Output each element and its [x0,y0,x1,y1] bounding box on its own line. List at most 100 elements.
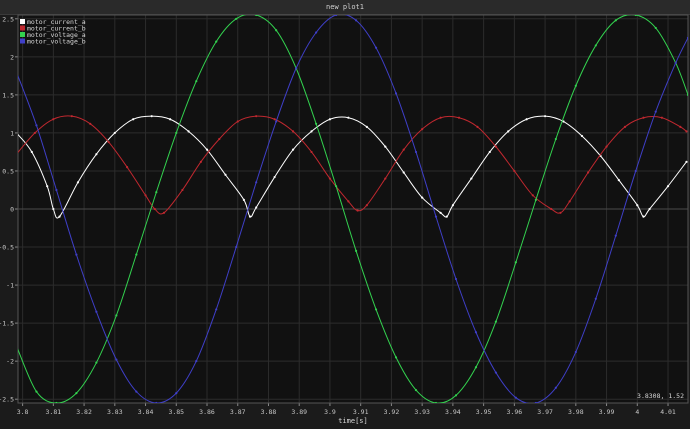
legend-swatch [20,32,25,37]
data-point [414,388,418,392]
x-tick-label: 3.83 [107,408,123,416]
data-point [75,253,78,256]
legend[interactable]: motor_current_amotor_current_bmotor_volt… [20,18,86,46]
y-tick-label: -0.5 [0,244,14,252]
x-tick-label: 3.9 [324,408,336,416]
data-point [623,125,627,128]
data-point [660,116,663,119]
y-tick-label: 0 [10,206,14,214]
x-tick-label: 3.89 [291,408,307,416]
data-point [354,19,358,22]
x-tick-label: 3.96 [507,408,523,416]
data-point [434,215,438,218]
data-point [113,131,116,135]
data-point [15,153,17,155]
data-point [76,181,80,184]
data-point [35,390,38,393]
data-point [255,181,258,184]
data-point [155,401,158,403]
data-point [605,145,608,148]
data-point [291,148,295,151]
y-tick-label: 2 [10,53,14,61]
data-point [414,150,418,154]
x-tick-label: 3.88 [261,408,277,416]
data-point [454,394,458,397]
data-point [52,207,55,211]
x-axis-label: time[s] [338,417,368,425]
data-point [554,137,557,141]
data-point [654,110,657,113]
x-tick-label: 4 [635,408,639,416]
x-tick-label: 3.92 [384,408,400,416]
x-tick-label: 4.01 [660,408,676,416]
data-point [402,171,405,174]
data-point [95,361,98,364]
legend-entry[interactable]: motor_voltage_b [27,37,86,45]
data-point [175,392,178,395]
data-point [439,211,442,214]
data-point [384,145,387,148]
y-tick-label: -2 [6,358,14,366]
y-tick-label: -2.5 [0,396,14,404]
x-tick-label: 3.87 [230,408,246,416]
data-point [402,148,405,151]
data-point [255,206,258,209]
data-point [365,204,368,207]
data-point [474,331,478,334]
data-point [107,140,110,144]
data-point [654,26,657,30]
data-point [35,124,38,127]
data-point [235,245,238,249]
data-point [470,177,473,180]
data-point [614,19,617,22]
data-point [199,160,202,163]
data-point [594,297,597,300]
data-point [255,115,258,118]
data-point [175,131,178,135]
x-tick-label: 3.95 [476,408,492,416]
data-point [514,261,517,264]
x-tick-label: 3.84 [138,408,154,416]
data-point [15,71,17,73]
data-point [236,120,239,123]
data-point [132,118,135,121]
x-tick-label: 3.94 [445,408,461,416]
data-point [488,150,491,154]
data-point [434,401,438,403]
data-point [89,122,92,125]
data-point [273,118,276,121]
data-point [634,169,637,173]
data-point [55,188,58,192]
data-point [686,36,688,39]
data-point [291,130,295,133]
data-point [354,249,358,252]
plot-canvas[interactable]: 3.8 3.81 3.82 3.83 3.84 3.85 3.86 3.87 3.88 3.89 3… [0,0,690,429]
data-point [634,15,637,17]
data-point [507,130,510,133]
data-point [454,277,458,281]
data-point [685,160,688,163]
data-point [195,80,198,83]
x-tick-label: 3.81 [46,408,62,416]
x-tick-label: 3.97 [537,408,553,416]
data-point [242,198,245,201]
data-point [666,185,670,188]
data-point [685,130,688,133]
grid [18,15,688,403]
data-point [30,150,33,154]
legend-swatch [20,38,25,44]
x-tick-label: 3.85 [168,408,184,416]
data-point [587,171,590,174]
data-point [580,134,584,138]
x-tick-label: 3.86 [199,408,215,416]
data-point [295,67,298,70]
data-point [135,390,138,393]
x-tick-label: 3.91 [353,408,369,416]
data-point [543,115,547,118]
data-point [70,115,73,118]
data-point [494,145,498,148]
plot-window: new plot1 3.8 3.81 3.82 3.83 3.84 3.85 3.86 3.8… [0,0,690,429]
data-point [642,116,645,119]
y-tick-label: -1.5 [0,320,14,328]
data-point [169,118,172,121]
